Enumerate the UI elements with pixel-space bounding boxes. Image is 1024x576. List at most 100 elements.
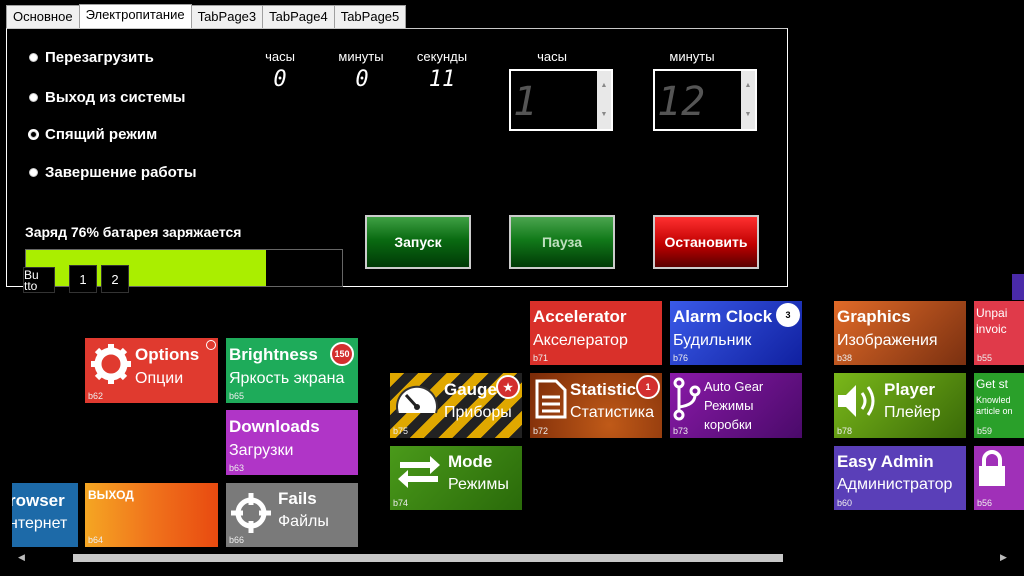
tile-title: Unpai invoic <box>976 306 1008 336</box>
tile-subtitle: Яркость экрана <box>229 370 345 387</box>
radio-label: Завершение работы <box>45 164 197 181</box>
tile-mode[interactable]: Mode Режимы b74 <box>390 446 522 510</box>
tile-title: Gauge <box>444 380 497 399</box>
radio-dot <box>29 53 38 62</box>
tab-main[interactable]: Основное <box>6 5 80 28</box>
tile-accelerator[interactable]: Accelerator Акселератор b71 <box>530 301 662 365</box>
tile-title: Fails <box>278 489 317 508</box>
tile-statistic[interactable]: Statistic Статистика 1 b72 <box>530 373 662 438</box>
radio-shutdown[interactable]: Завершение работы <box>29 164 197 181</box>
start-button[interactable]: Запуск <box>365 215 471 269</box>
hours-stepper-buttons: ▲ ▼ <box>597 71 611 129</box>
tab-page5[interactable]: TabPage5 <box>333 5 407 28</box>
tile-id: b73 <box>673 426 689 436</box>
tile-browser[interactable]: rowser нтернет <box>12 483 78 547</box>
mini-button-2[interactable]: 2 <box>101 265 129 293</box>
lock-icon <box>979 450 1005 486</box>
radio-logout[interactable]: Выход из системы <box>29 89 185 106</box>
tile-fails[interactable]: Fails Файлы b66 <box>226 483 358 547</box>
stepper-up-icon[interactable]: ▲ <box>741 71 755 100</box>
scroll-left-icon[interactable]: ◀ <box>18 552 25 563</box>
radio-sleep[interactable]: Спящий режим <box>29 126 157 143</box>
tile-subtitle: Режимы <box>448 476 509 493</box>
speaker-icon <box>838 385 875 417</box>
tile-easy-admin[interactable]: Easy Admin Администратор b60 <box>834 446 966 510</box>
tile-title: Options <box>135 345 200 364</box>
tile-options[interactable]: Options Опции b62 <box>85 338 218 403</box>
tab-page4[interactable]: TabPage4 <box>262 5 335 28</box>
tile-badge: 1 <box>636 375 660 399</box>
power-tab-control: Основное Электропитание TabPage3 TabPage… <box>6 4 788 293</box>
tile-subtitle: Изображения <box>837 332 938 349</box>
tile-title: Mode <box>448 452 493 471</box>
tile-lock[interactable]: b56 <box>974 446 1024 510</box>
swap-arrows-icon <box>398 456 440 488</box>
radio-dot <box>29 93 38 102</box>
tile-title: Get st <box>976 377 1009 391</box>
hours-stepper-value: 1 <box>513 79 538 125</box>
tile-brightness[interactable]: Brightness Яркость экрана 150 b65 <box>226 338 358 403</box>
radio-restart[interactable]: Перезагрузить <box>29 49 154 66</box>
minutes-stepper-value: 12 <box>657 79 706 125</box>
tile-subtitle: Плейер <box>884 404 941 421</box>
radio-label: Выход из системы <box>45 89 186 106</box>
tile-title: ВЫХОД <box>88 488 134 502</box>
tile-id: b56 <box>977 498 993 508</box>
battery-progress-fill <box>26 250 267 286</box>
minutes-stepper[interactable]: 12 ▲ ▼ <box>653 69 757 131</box>
tile-id: b71 <box>533 353 549 363</box>
tile-subtitle: Knowled article on <box>976 395 1013 416</box>
tile-title: Graphics <box>837 307 911 326</box>
radio-dot-selected <box>30 131 37 138</box>
tile-subtitle: Опции <box>135 370 184 387</box>
tile-id: b72 <box>533 426 549 436</box>
tab-power[interactable]: Электропитание <box>78 4 192 28</box>
tile-id: b76 <box>673 353 689 363</box>
edge-tile-fragment <box>1012 274 1024 300</box>
tab-strip: Основное Электропитание TabPage3 TabPage… <box>6 4 407 28</box>
tile-title: Statistic <box>570 380 637 399</box>
timer-hours-label: часы <box>265 49 295 64</box>
tile-get-started[interactable]: Get st Knowled article on b59 <box>974 373 1024 438</box>
tile-subtitle: Статистика <box>570 404 655 421</box>
tile-id: b38 <box>837 353 853 363</box>
star-badge-icon: ★ <box>496 375 520 399</box>
tile-gauge[interactable]: Gauge Приборы ★ b75 <box>390 373 522 438</box>
tab-page3[interactable]: TabPage3 <box>190 5 264 28</box>
tile-graphics[interactable]: Graphics Изображения b38 <box>834 301 966 365</box>
tile-id: b59 <box>977 426 993 436</box>
radio-dot <box>29 168 38 177</box>
stepper-up-icon[interactable]: ▲ <box>597 71 611 100</box>
stepper-down-icon[interactable]: ▼ <box>741 100 755 129</box>
tile-id: b74 <box>393 498 409 508</box>
tile-subtitle: Загрузки <box>229 442 294 459</box>
document-icon <box>535 379 567 419</box>
tile-player[interactable]: Player Плейер b78 <box>834 373 966 438</box>
mini-button-button[interactable]: Bu tto <box>23 267 55 293</box>
tile-auto-gear[interactable]: Auto Gear Режимы коробки b73 <box>670 373 802 438</box>
timer-seconds-label: секунды <box>416 49 468 64</box>
tile-exit[interactable]: ВЫХОД b64 <box>85 483 218 547</box>
tile-downloads[interactable]: Downloads Загрузки b63 <box>226 410 358 475</box>
tile-unpaid-invoices[interactable]: Unpai invoic b55 <box>974 301 1024 365</box>
tile-title: Easy Admin <box>837 452 934 471</box>
tile-title: Downloads <box>229 417 320 436</box>
tile-badge: 3 <box>776 303 800 327</box>
stepper-down-icon[interactable]: ▼ <box>597 100 611 129</box>
minutes-stepper-buttons: ▲ ▼ <box>741 71 755 129</box>
hours-stepper[interactable]: 1 ▲ ▼ <box>509 69 613 131</box>
tile-id: b63 <box>229 463 245 473</box>
set-minutes-label: минуты <box>669 49 715 64</box>
tile-id: b78 <box>837 426 853 436</box>
scroll-right-icon[interactable]: ▶ <box>1000 552 1007 563</box>
horizontal-scrollbar[interactable]: ◀ ▶ <box>0 550 1024 566</box>
tile-alarm-clock[interactable]: Alarm Clock Будильник 3 b76 <box>670 301 802 365</box>
timer-minutes-label: минуты <box>338 49 384 64</box>
tile-subtitle: Файлы <box>278 513 329 530</box>
tile-title: Auto Gear <box>704 379 764 394</box>
stop-button[interactable]: Остановить <box>653 215 759 269</box>
scrollbar-thumb[interactable] <box>73 554 783 562</box>
pause-button[interactable]: Пауза <box>509 215 615 269</box>
mini-button-1[interactable]: 1 <box>69 265 97 293</box>
crosshair-icon <box>231 493 271 533</box>
